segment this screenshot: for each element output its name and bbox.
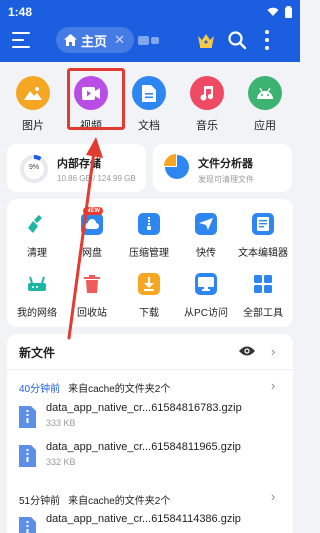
tool-recycle-bin[interactable]: 回收站 [62,273,122,319]
category-row: 图片 视频 文档 音乐 应用 [0,62,300,140]
storage-percent: 9% [28,164,40,171]
file-analyzer-sub: 发现可清理文件 [198,175,254,184]
music-icon [190,76,224,110]
grid-icon [252,273,274,295]
category-images[interactable]: 图片 [8,76,58,133]
file-name: data_app_native_cr...61584114386.gzip [46,513,241,525]
download-icon [138,273,160,295]
file-item[interactable]: data_app_native_cr...61584114386.gzip [19,513,279,533]
new-files-title: 新文件 [19,346,56,360]
category-apps[interactable]: 应用 [240,76,290,133]
file-size: 333 KB [46,418,76,428]
tool-label: 全部工具 [243,308,283,319]
trash-icon [81,273,103,295]
file-group-header[interactable]: 40分钟前 来自cache的文件夹2个 [19,380,170,395]
crown-icon[interactable] [196,31,216,49]
close-tab-icon[interactable]: ✕ [114,32,125,48]
file-group-desc: 来自cache的文件夹2个 [68,384,171,395]
home-icon [64,34,77,46]
tool-label: 文本编辑器 [238,248,288,259]
zip-file-icon [19,406,36,428]
tool-cloud-drive[interactable]: 网盘 [62,213,122,259]
tool-label: 压缩管理 [129,248,169,259]
category-label: 音乐 [196,120,218,132]
divider [7,369,293,370]
android-icon [248,76,282,110]
monitor-icon [195,273,217,295]
status-time: 1:48 [8,5,33,19]
chevron-right-icon[interactable]: › [271,378,275,393]
tool-download[interactable]: 下载 [119,273,179,319]
text-editor-icon [252,213,274,235]
video-highlight-box [67,68,125,130]
category-documents[interactable]: 文档 [124,76,174,133]
file-size: 332 KB [46,457,76,467]
file-group-header[interactable]: 51分钟前 来自cache的文件夹2个 [19,492,170,507]
tool-label: 从PC访问 [184,308,228,319]
tool-text-editor[interactable]: 文本编辑器 [233,213,293,259]
tab-switcher[interactable] [138,34,162,46]
category-label: 图片 [22,120,44,132]
menu-button[interactable] [12,32,30,48]
send-icon [195,213,217,235]
tool-my-network[interactable]: 我的网络 [7,273,67,319]
toolbar: 主页 ✕ [0,24,300,58]
zip-file-icon [19,445,36,467]
internal-storage-title: 内部存储 [57,158,101,170]
tab-home[interactable]: 主页 ✕ [56,27,134,53]
internal-storage-usage: 10.86 GB / 124.99 GB [57,174,136,183]
cloud-icon [81,213,103,235]
more-options-icon[interactable] [264,30,270,50]
tab-home-label: 主页 [81,33,108,49]
tool-label: 网盘 [82,248,102,259]
category-music[interactable]: 音乐 [182,76,232,133]
internal-storage-card[interactable]: 9% 内部存储 10.86 GB / 124.99 GB [7,144,146,192]
file-analyzer-card[interactable]: 文件分析器 发现可清理文件 [153,144,292,192]
router-icon [26,273,48,295]
pie-chart-icon [164,154,189,179]
eye-icon[interactable] [239,345,255,357]
category-label: 应用 [254,120,276,132]
search-icon[interactable] [227,30,247,50]
tool-label: 下载 [139,308,159,319]
status-bar: 1:48 [8,3,292,21]
category-label: 文档 [138,120,160,132]
file-analyzer-title: 文件分析器 [198,158,253,170]
new-badge: NEW [83,207,103,215]
chevron-right-icon[interactable]: › [271,344,275,359]
tool-label: 我的网络 [17,308,57,319]
broom-icon [26,213,48,235]
file-group-desc: 来自cache的文件夹2个 [68,496,171,507]
file-name: data_app_native_cr...61584811965.gzip [46,441,241,453]
battery-icon [285,6,292,18]
tool-clean[interactable]: 清理 [7,213,67,259]
tool-pc-access[interactable]: 从PC访问 [176,273,236,319]
chevron-right-icon[interactable]: › [271,489,275,504]
image-icon [16,76,50,110]
file-name: data_app_native_cr...61584816783.gzip [46,402,242,414]
hamburger-icon [12,32,30,34]
top-app-bar: 1:48 主页 ✕ [0,0,300,62]
tool-quick-send[interactable]: 快传 [176,213,236,259]
tool-zip-manager[interactable]: 压缩管理 [119,213,179,259]
tool-label: 清理 [27,248,47,259]
zip-icon [138,213,160,235]
tool-label: 回收站 [77,308,107,319]
tool-label: 快传 [196,248,216,259]
wifi-icon [267,7,279,16]
file-group-time: 51分钟前 [19,496,61,507]
zip-file-icon [19,517,36,533]
file-item[interactable]: data_app_native_cr...61584816783.gzip 33… [19,402,279,438]
file-group-time: 40分钟前 [19,384,61,395]
file-item[interactable]: data_app_native_cr...61584811965.gzip 33… [19,441,279,477]
document-icon [132,76,166,110]
tool-all-tools[interactable]: 全部工具 [233,273,293,319]
